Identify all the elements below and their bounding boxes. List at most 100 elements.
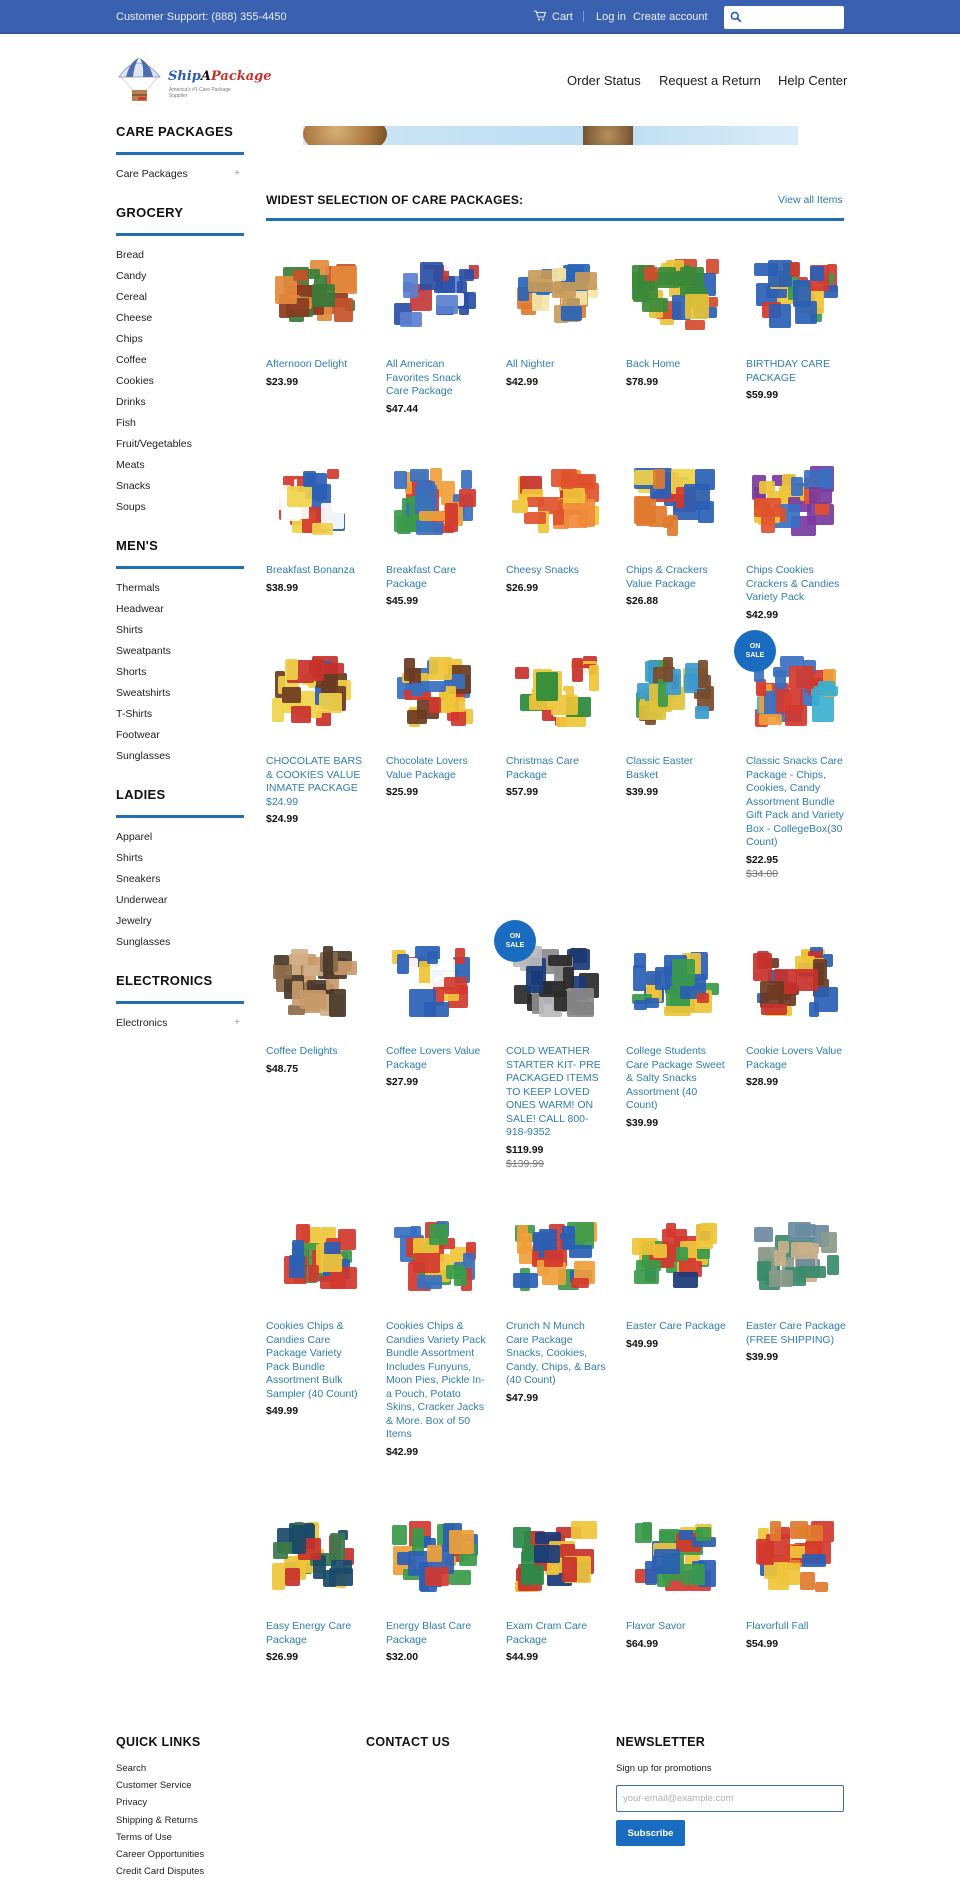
- sidebar-item[interactable]: Sunglasses: [116, 750, 244, 771]
- product-title[interactable]: BIRTHDAY CARE PACKAGE: [746, 358, 846, 385]
- product-card[interactable]: Flavorfull Fall $54.99: [746, 1507, 846, 1650]
- product-image[interactable]: [266, 245, 366, 345]
- sidebar-item[interactable]: Coffee: [116, 354, 244, 375]
- product-image[interactable]: [266, 932, 366, 1032]
- sidebar-item[interactable]: Sunglasses: [116, 936, 244, 957]
- product-card[interactable]: ON SALE Classic Snacks Care Package - Chip…: [734, 630, 846, 880]
- product-image[interactable]: [506, 1507, 606, 1607]
- view-all-link[interactable]: View all Items: [778, 194, 843, 206]
- product-title[interactable]: COLD WEATHER STARTER KIT- PRE PACKAGED I…: [506, 1045, 606, 1140]
- product-title[interactable]: Energy Blast Care Package: [386, 1620, 486, 1647]
- product-image[interactable]: [626, 932, 726, 1032]
- product-card[interactable]: CHOCOLATE BARS & COOKIES VALUE INMATE PA…: [266, 642, 366, 825]
- product-card[interactable]: All Nighter $42.99: [506, 245, 606, 388]
- product-title[interactable]: Chocolate Lovers Value Package: [386, 755, 486, 782]
- sidebar-item[interactable]: Electronics +: [116, 1017, 244, 1038]
- footer-link-careers[interactable]: Career Opportunities: [116, 1849, 204, 1860]
- product-image[interactable]: [266, 451, 366, 551]
- product-title[interactable]: Coffee Lovers Value Package: [386, 1045, 486, 1072]
- product-card[interactable]: BIRTHDAY CARE PACKAGE $59.99: [746, 245, 846, 401]
- sidebar-item[interactable]: Footwear: [116, 729, 244, 750]
- product-image[interactable]: [626, 1207, 726, 1307]
- product-image[interactable]: [506, 642, 606, 742]
- product-title[interactable]: Coffee Delights: [266, 1045, 366, 1059]
- sidebar-item[interactable]: Snacks: [116, 480, 244, 501]
- product-image[interactable]: [626, 245, 726, 345]
- site-logo[interactable]: ShipAPackage America's #1 Care Package S…: [116, 55, 272, 105]
- product-image[interactable]: [266, 642, 366, 742]
- product-card[interactable]: Chips & Crackers Value Package $26.88: [626, 451, 726, 607]
- footer-link-search[interactable]: Search: [116, 1763, 146, 1774]
- sidebar-item[interactable]: Fish: [116, 417, 244, 438]
- product-title[interactable]: Flavorfull Fall: [746, 1620, 846, 1634]
- sidebar-item[interactable]: Sweatpants: [116, 645, 244, 666]
- search-input[interactable]: [746, 8, 840, 27]
- sidebar-item[interactable]: Sneakers: [116, 873, 244, 894]
- product-title[interactable]: Chips & Crackers Value Package: [626, 564, 726, 591]
- product-card[interactable]: Easy Energy Care Package $26.99: [266, 1507, 366, 1663]
- newsletter-email-input[interactable]: [616, 1785, 844, 1812]
- sidebar-item[interactable]: Shirts: [116, 852, 244, 873]
- product-title[interactable]: Chips Cookies Crackers & Candies Variety…: [746, 564, 846, 605]
- sidebar-item[interactable]: Cereal: [116, 291, 244, 312]
- footer-link-privacy[interactable]: Privacy: [116, 1797, 147, 1808]
- product-card[interactable]: Cheesy Snacks $26.99: [506, 451, 606, 594]
- product-title[interactable]: Exam Cram Care Package: [506, 1620, 606, 1647]
- product-card[interactable]: Coffee Lovers Value Package $27.99: [386, 932, 486, 1088]
- product-image[interactable]: [626, 642, 726, 742]
- product-card[interactable]: Crunch N Munch Care Package Snacks, Cook…: [506, 1207, 606, 1404]
- product-card[interactable]: Energy Blast Care Package $32.00: [386, 1507, 486, 1663]
- product-image[interactable]: [386, 932, 486, 1032]
- product-card[interactable]: Chocolate Lovers Value Package $25.99: [386, 642, 486, 798]
- sidebar-item[interactable]: Cheese: [116, 312, 244, 333]
- product-card[interactable]: Coffee Delights $48.75: [266, 932, 366, 1075]
- sidebar-item[interactable]: Care Packages +: [116, 168, 244, 189]
- product-title[interactable]: Classic Snacks Care Package - Chips, Coo…: [746, 755, 846, 850]
- product-card[interactable]: Breakfast Bonanza $38.99: [266, 451, 366, 594]
- product-image[interactable]: [386, 245, 486, 345]
- product-card[interactable]: College Students Care Package Sweet & Sa…: [626, 932, 726, 1129]
- footer-link-customer-service[interactable]: Customer Service: [116, 1780, 192, 1791]
- nav-help-center[interactable]: Help Center: [778, 73, 847, 88]
- cart-link[interactable]: Cart: [534, 10, 573, 24]
- product-image[interactable]: [386, 1507, 486, 1607]
- product-image[interactable]: [386, 451, 486, 551]
- product-card[interactable]: Flavor Savor $64.99: [626, 1507, 726, 1650]
- product-card[interactable]: ON SALE COLD WEATHER STARTER KIT- PRE PACK…: [494, 920, 606, 1170]
- footer-link-terms[interactable]: Terms of Use: [116, 1832, 172, 1843]
- product-title[interactable]: All Nighter: [506, 358, 606, 372]
- sidebar-item[interactable]: Drinks: [116, 396, 244, 417]
- product-image[interactable]: [626, 451, 726, 551]
- product-card[interactable]: Cookies Chips & Candies Variety Pack Bun…: [386, 1207, 486, 1458]
- product-title[interactable]: Easter Care Package: [626, 1320, 726, 1334]
- product-title[interactable]: Breakfast Care Package: [386, 564, 486, 591]
- product-card[interactable]: Easter Care Package $49.99: [626, 1207, 726, 1350]
- footer-link-credit-card-disputes[interactable]: Credit Card Disputes: [116, 1866, 204, 1877]
- product-card[interactable]: Chips Cookies Crackers & Candies Variety…: [746, 451, 846, 621]
- product-image[interactable]: [506, 1207, 606, 1307]
- product-title[interactable]: All American Favorites Snack Care Packag…: [386, 358, 486, 399]
- sidebar-item[interactable]: Jewelry: [116, 915, 244, 936]
- nav-request-return[interactable]: Request a Return: [659, 73, 761, 88]
- product-card[interactable]: Classic Easter Basket $39.99: [626, 642, 726, 798]
- sidebar-item[interactable]: Sweatshirts: [116, 687, 244, 708]
- sidebar-item[interactable]: Candy: [116, 270, 244, 291]
- product-card[interactable]: All American Favorites Snack Care Packag…: [386, 245, 486, 415]
- product-title[interactable]: Cookies Chips & Candies Variety Pack Bun…: [386, 1320, 486, 1442]
- product-image[interactable]: [746, 932, 846, 1032]
- nav-order-status[interactable]: Order Status: [567, 73, 641, 88]
- product-image[interactable]: [266, 1507, 366, 1607]
- product-image[interactable]: [746, 1507, 846, 1607]
- product-card[interactable]: Cookie Lovers Value Package $28.99: [746, 932, 846, 1088]
- product-title[interactable]: Cookies Chips & Candies Care Package Var…: [266, 1320, 366, 1401]
- product-title[interactable]: Flavor Savor: [626, 1620, 726, 1634]
- product-card[interactable]: Exam Cram Care Package $44.99: [506, 1507, 606, 1663]
- product-image[interactable]: [746, 451, 846, 551]
- product-image[interactable]: [626, 1507, 726, 1607]
- sidebar-item[interactable]: Bread: [116, 249, 244, 270]
- sidebar-item[interactable]: T-Shirts: [116, 708, 244, 729]
- hero-banner[interactable]: [303, 126, 798, 145]
- sidebar-item[interactable]: Headwear: [116, 603, 244, 624]
- expand-plus-icon[interactable]: +: [234, 1017, 240, 1038]
- product-image[interactable]: [746, 1207, 846, 1307]
